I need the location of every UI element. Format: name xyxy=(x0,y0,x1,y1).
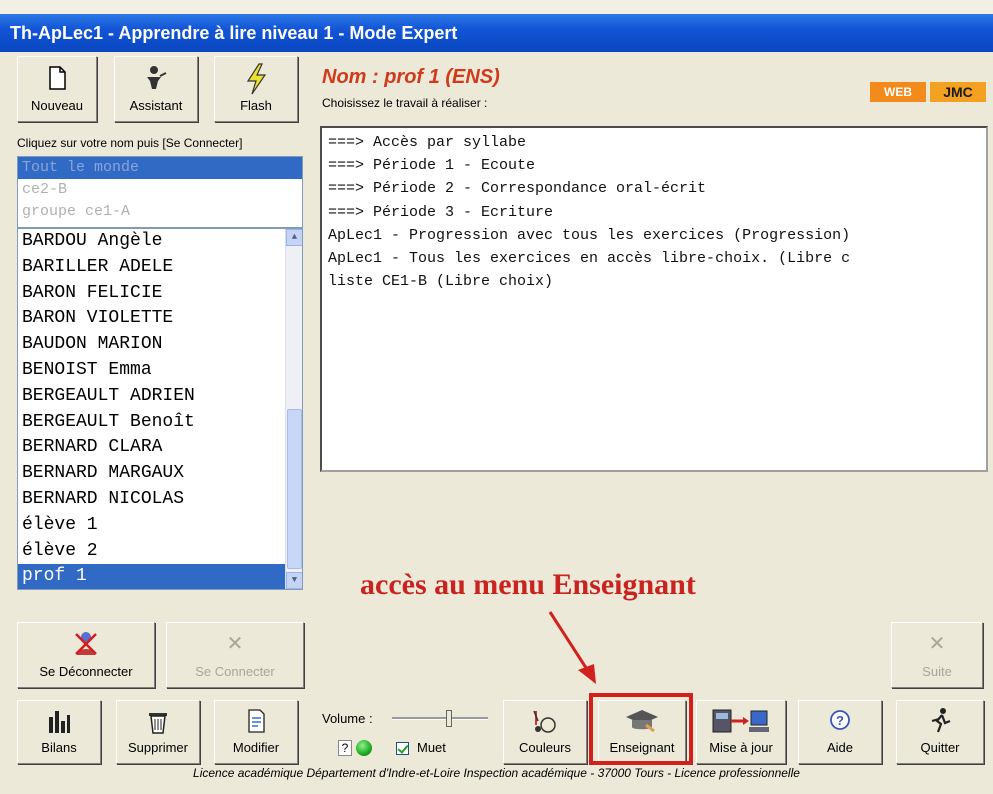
volume-slider[interactable] xyxy=(392,709,488,727)
svg-text:?: ? xyxy=(836,713,844,728)
bar-chart-icon xyxy=(18,707,100,739)
list-scrollbar[interactable]: ▲ ▼ xyxy=(285,229,302,589)
jmc-logo[interactable]: JMC xyxy=(930,82,986,102)
list-item[interactable]: ===> Période 1 - Ecoute xyxy=(328,154,986,177)
modifier-button[interactable]: Modifier xyxy=(214,700,298,764)
list-item[interactable]: élève 1 xyxy=(18,513,302,539)
quitter-button[interactable]: Quitter xyxy=(896,700,984,764)
list-item[interactable]: BARON VIOLETTE xyxy=(18,306,302,332)
list-item[interactable]: ApLec1 - Progression avec tous les exerc… xyxy=(328,224,986,247)
disconnect-user-icon xyxy=(18,629,154,661)
list-item[interactable]: BARILLER ADELE xyxy=(18,255,302,281)
volume-help-button[interactable]: ? xyxy=(338,740,352,756)
task-instruction: Choisissez le travail à réaliser : xyxy=(322,96,488,110)
edit-document-icon xyxy=(215,707,297,739)
list-item-selected[interactable]: prof 1 xyxy=(18,564,302,589)
scroll-down-icon[interactable]: ▼ xyxy=(286,572,302,589)
connect-button[interactable]: ✕ Se Connecter xyxy=(166,622,304,688)
close-icon: ✕ xyxy=(928,633,946,655)
list-item[interactable]: BERNARD MARGAUX xyxy=(18,461,302,487)
top-strip xyxy=(0,0,993,14)
trash-icon xyxy=(117,707,199,739)
group-item[interactable]: ce2-B xyxy=(18,179,302,201)
list-item[interactable]: BARON FELICIE xyxy=(18,281,302,307)
group-item[interactable]: groupe ce1-A xyxy=(18,201,302,223)
list-item[interactable]: BERGEAULT ADRIEN xyxy=(18,384,302,410)
list-item[interactable]: ApLec1 - Tous les exercices en accès lib… xyxy=(328,247,986,270)
update-computer-icon xyxy=(697,707,785,739)
list-item[interactable]: BERNARD NICOLAS xyxy=(18,487,302,513)
window-title: Th-ApLec1 - Apprendre à lire niveau 1 - … xyxy=(0,14,993,52)
help-icon: ? xyxy=(799,707,881,739)
scroll-thumb[interactable] xyxy=(287,409,302,569)
list-item[interactable]: BARDOU Angèle xyxy=(18,229,302,255)
assistant-icon xyxy=(115,63,197,95)
login-instruction: Cliquez sur votre nom puis [Se Connecter… xyxy=(17,136,243,150)
list-item[interactable]: ===> Accès par syllabe xyxy=(328,131,986,154)
list-item[interactable]: ===> Période 2 - Correspondance oral-écr… xyxy=(328,177,986,200)
close-icon: ✕ xyxy=(226,633,244,655)
flash-button[interactable]: Flash xyxy=(214,56,298,122)
list-item[interactable]: BENOIST Emma xyxy=(18,358,302,384)
status-led-icon xyxy=(356,740,372,756)
web-logo[interactable]: WEB xyxy=(870,82,926,102)
running-man-icon xyxy=(897,707,983,739)
enseignant-highlight-box xyxy=(589,693,693,765)
couleurs-button[interactable]: Couleurs xyxy=(503,700,587,764)
annotation-arrow-icon xyxy=(548,611,596,684)
user-name-title: Nom : prof 1 (ENS) xyxy=(322,66,500,88)
suite-button[interactable]: ✕ Suite xyxy=(891,622,983,688)
list-item[interactable]: liste CE1-B (Libre choix) xyxy=(328,270,986,293)
supprimer-button[interactable]: Supprimer xyxy=(116,700,200,764)
slider-knob[interactable] xyxy=(446,710,452,727)
assistant-button[interactable]: Assistant xyxy=(114,56,198,122)
student-list[interactable]: BARDOU Angèle BARILLER ADELE BARON FELIC… xyxy=(17,228,303,590)
annotation-text: accès au menu Enseignant xyxy=(360,568,696,601)
palette-icon xyxy=(504,707,586,739)
mute-checkbox[interactable]: Muet xyxy=(396,740,446,756)
group-list[interactable]: Tout le monde ce2-B groupe ce1-A xyxy=(17,156,303,228)
bilans-button[interactable]: Bilans xyxy=(17,700,101,764)
volume-label: Volume : xyxy=(322,711,373,726)
task-list[interactable]: ===> Accès par syllabe ===> Période 1 - … xyxy=(320,126,988,472)
list-item[interactable]: BAUDON MARION xyxy=(18,332,302,358)
nouveau-button[interactable]: Nouveau xyxy=(17,56,97,122)
new-document-icon xyxy=(18,63,96,95)
aide-button[interactable]: ? Aide xyxy=(798,700,882,764)
app-window: Th-ApLec1 - Apprendre à lire niveau 1 - … xyxy=(0,0,993,794)
license-footer: Licence académique Département d'Indre-e… xyxy=(193,766,800,780)
mise-a-jour-button[interactable]: Mise à jour xyxy=(696,700,786,764)
list-item[interactable]: élève 2 xyxy=(18,539,302,565)
list-item[interactable]: BERNARD CLARA xyxy=(18,435,302,461)
scroll-up-icon[interactable]: ▲ xyxy=(286,229,302,246)
checkbox-icon[interactable] xyxy=(396,742,409,756)
disconnect-button[interactable]: Se Déconnecter xyxy=(17,622,155,688)
group-item[interactable]: Tout le monde xyxy=(18,157,302,179)
flash-icon xyxy=(215,63,297,95)
list-item[interactable]: ===> Période 3 - Ecriture xyxy=(328,201,986,224)
list-item[interactable]: BERGEAULT Benoît xyxy=(18,410,302,436)
slider-track xyxy=(392,717,488,720)
